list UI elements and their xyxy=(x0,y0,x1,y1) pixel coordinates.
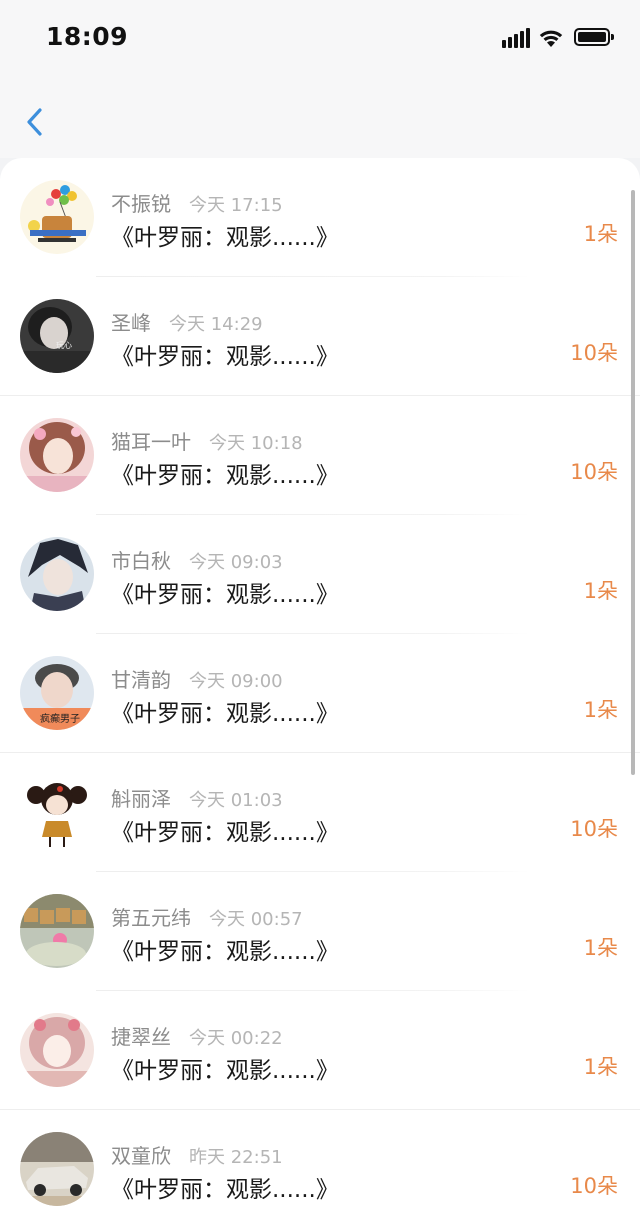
gift-time: 今天 00:57 xyxy=(209,909,303,930)
list-item[interactable]: 捷翠丝 今天 00:22 《叶罗丽：观影......》 1朵 xyxy=(0,991,640,1110)
sender-name: 第五元纬 今天 00:57 xyxy=(111,906,303,930)
gift-amount: 1朵 xyxy=(583,222,618,246)
avatar: 玩心 xyxy=(20,299,94,373)
avatar-caption: 疯癫男子 xyxy=(40,712,80,725)
sender-name: 猫耳一叶 今天 10:18 xyxy=(111,430,303,454)
avatar: 疯癫男子 xyxy=(20,656,94,730)
back-button[interactable] xyxy=(18,102,58,142)
gift-time: 今天 14:29 xyxy=(169,314,263,335)
gift-title: 《叶罗丽：观影......》 xyxy=(111,1177,339,1203)
list-item[interactable]: 第五元纬 今天 00:57 《叶罗丽：观影......》 1朵 xyxy=(0,872,640,991)
gift-time: 今天 00:22 xyxy=(189,1028,283,1049)
gift-time: 今天 09:00 xyxy=(189,671,283,692)
gift-list: 不振锐 今天 17:15 《叶罗丽：观影......》 1朵 玩心 圣峰 今天 14… xyxy=(0,158,640,1224)
avatar xyxy=(20,775,94,849)
gift-title: 《叶罗丽：观影......》 xyxy=(111,463,339,489)
list-item[interactable]: 猫耳一叶 今天 10:18 《叶罗丽：观影......》 10朵 xyxy=(0,396,640,515)
avatar xyxy=(20,1132,94,1206)
gift-amount: 10朵 xyxy=(570,817,618,841)
gift-title: 《叶罗丽：观影......》 xyxy=(111,344,339,370)
gift-title: 《叶罗丽：观影......》 xyxy=(111,582,339,608)
list-item[interactable]: 疯癫男子 甘清韵 今天 09:00 《叶罗丽：观影......》 1朵 xyxy=(0,634,640,753)
sender-name: 市白秋 今天 09:03 xyxy=(111,549,283,573)
avatar xyxy=(20,418,94,492)
sender-name: 斛丽泽 今天 01:03 xyxy=(111,787,283,811)
nav-bar xyxy=(0,78,640,158)
list-item[interactable]: 双童欣 昨天 22:51 《叶罗丽：观影......》 10朵 xyxy=(0,1110,640,1224)
gift-title: 《叶罗丽：观影......》 xyxy=(111,1058,339,1084)
gift-amount: 1朵 xyxy=(583,1055,618,1079)
gift-title: 《叶罗丽：观影......》 xyxy=(111,939,339,965)
gift-amount: 1朵 xyxy=(583,579,618,603)
list-item[interactable]: 市白秋 今天 09:03 《叶罗丽：观影......》 1朵 xyxy=(0,515,640,634)
status-icons xyxy=(474,26,614,50)
gift-amount: 10朵 xyxy=(570,1174,618,1198)
sender-name: 捷翠丝 今天 00:22 xyxy=(111,1025,283,1049)
battery-icon xyxy=(574,28,614,46)
gift-title: 《叶罗丽：观影......》 xyxy=(111,820,339,846)
sender-name: 甘清韵 今天 09:00 xyxy=(111,668,283,692)
gift-amount: 10朵 xyxy=(570,341,618,365)
gift-amount: 1朵 xyxy=(583,698,618,722)
gift-title: 《叶罗丽：观影......》 xyxy=(111,701,339,727)
scrollbar[interactable] xyxy=(631,190,635,775)
avatar xyxy=(20,537,94,611)
gift-time: 今天 10:18 xyxy=(209,433,303,454)
avatar xyxy=(20,180,94,254)
gift-time: 今天 17:15 xyxy=(189,195,283,216)
sender-name: 圣峰 今天 14:29 xyxy=(111,311,263,335)
avatar xyxy=(20,1013,94,1087)
sender-name: 不振锐 今天 17:15 xyxy=(111,192,283,216)
list-item[interactable]: 斛丽泽 今天 01:03 《叶罗丽：观影......》 10朵 xyxy=(0,753,640,872)
gift-amount: 10朵 xyxy=(570,460,618,484)
gift-time: 今天 01:03 xyxy=(189,790,283,811)
gift-amount: 1朵 xyxy=(583,936,618,960)
avatar xyxy=(20,894,94,968)
sender-name: 双童欣 昨天 22:51 xyxy=(111,1144,283,1168)
wifi-icon xyxy=(539,30,563,47)
avatar-caption: 玩心 xyxy=(56,341,72,350)
list-item[interactable]: 不振锐 今天 17:15 《叶罗丽：观影......》 1朵 xyxy=(0,158,640,277)
status-bar: 18:09 xyxy=(0,0,640,78)
gift-time: 昨天 22:51 xyxy=(189,1147,283,1168)
list-item[interactable]: 玩心 圣峰 今天 14:29 《叶罗丽：观影......》 10朵 xyxy=(0,277,640,396)
cellular-signal-icon xyxy=(502,28,530,48)
gift-time: 今天 09:03 xyxy=(189,552,283,573)
status-time: 18:09 xyxy=(46,22,129,51)
gift-title: 《叶罗丽：观影......》 xyxy=(111,225,339,251)
